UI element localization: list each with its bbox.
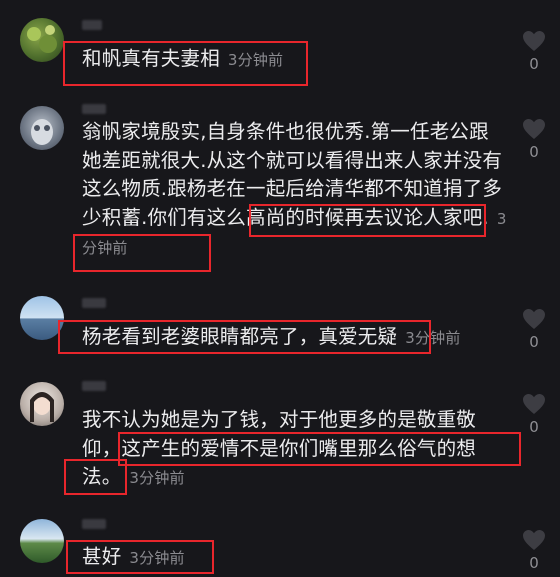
like-button[interactable]: 0 bbox=[518, 529, 550, 572]
heart-icon bbox=[523, 309, 545, 329]
heart-icon bbox=[523, 119, 545, 139]
user-avatar[interactable] bbox=[20, 519, 64, 563]
green-leaves-icon bbox=[27, 25, 57, 53]
heart-icon bbox=[523, 31, 545, 51]
user-avatar[interactable] bbox=[20, 106, 64, 150]
like-button[interactable]: 0 bbox=[518, 118, 550, 161]
user-avatar[interactable] bbox=[20, 18, 64, 62]
like-button[interactable]: 0 bbox=[518, 308, 550, 351]
like-count: 0 bbox=[529, 333, 539, 351]
highlight-box bbox=[66, 540, 214, 574]
username-blurred bbox=[82, 20, 102, 30]
like-count: 0 bbox=[529, 143, 539, 161]
comment-time: 3分钟前 bbox=[129, 469, 185, 487]
like-count: 0 bbox=[529, 418, 539, 436]
user-avatar[interactable] bbox=[20, 382, 64, 426]
owl-icon bbox=[31, 119, 53, 145]
highlight-box bbox=[64, 459, 127, 495]
like-button[interactable]: 0 bbox=[518, 30, 550, 73]
highlight-box bbox=[249, 204, 486, 237]
username-blurred bbox=[82, 519, 106, 529]
highlight-box bbox=[118, 432, 521, 466]
like-count: 0 bbox=[529, 554, 539, 572]
heart-icon bbox=[523, 394, 545, 414]
like-button[interactable]: 0 bbox=[518, 393, 550, 436]
girl-portrait-icon bbox=[30, 392, 54, 422]
username-blurred bbox=[82, 298, 106, 308]
highlight-box bbox=[58, 320, 431, 354]
heart-icon bbox=[523, 530, 545, 550]
like-count: 0 bbox=[529, 55, 539, 73]
username-blurred bbox=[82, 381, 106, 391]
username-blurred bbox=[82, 104, 106, 114]
highlight-box bbox=[73, 234, 211, 272]
highlight-box bbox=[63, 41, 308, 86]
